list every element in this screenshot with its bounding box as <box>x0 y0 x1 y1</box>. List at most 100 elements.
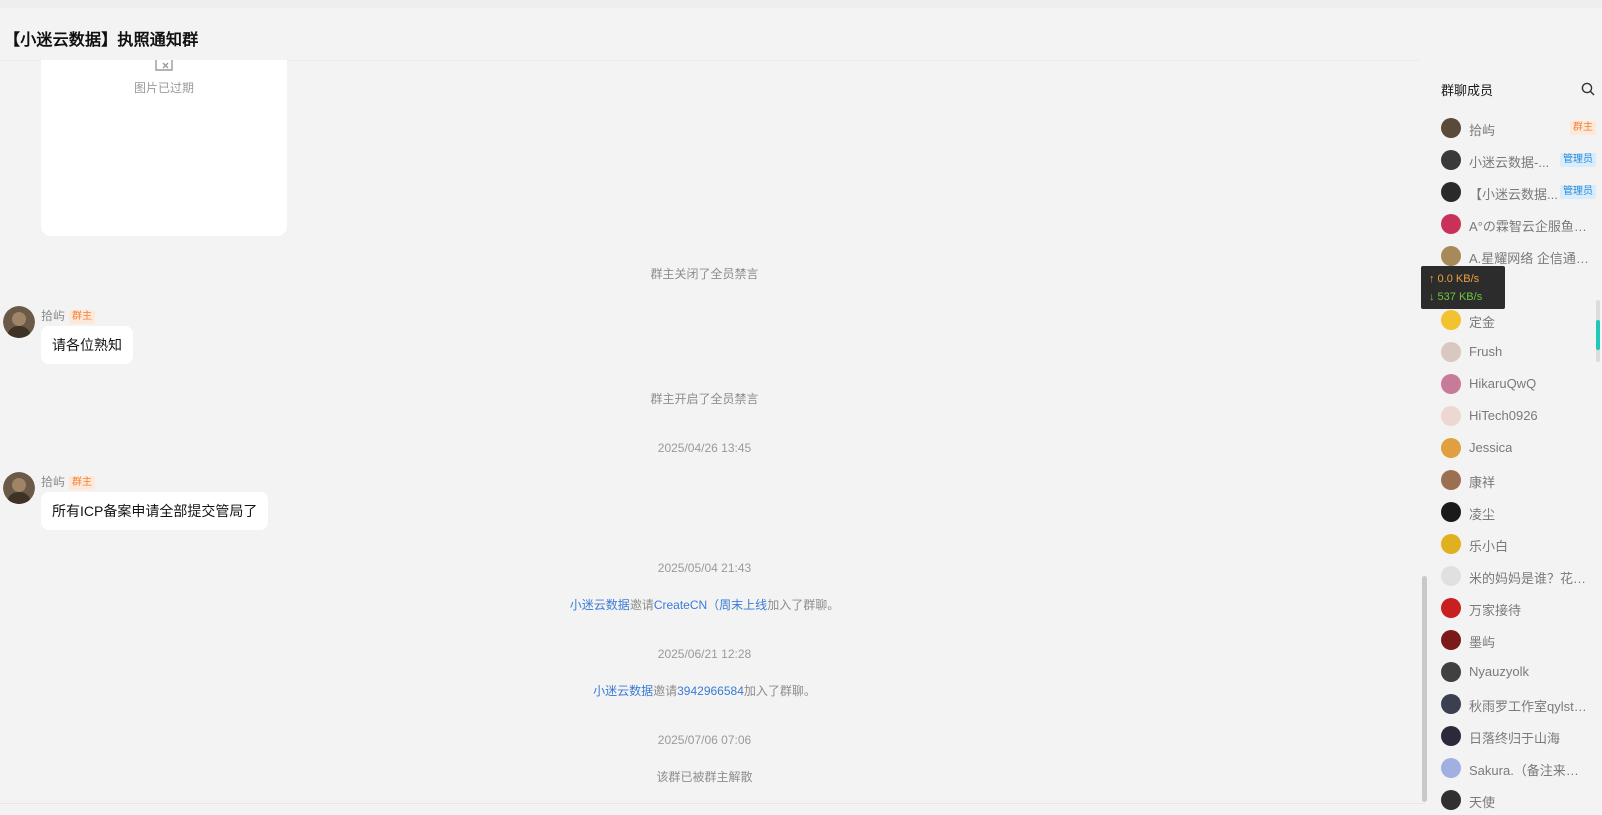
member-name: Jessica <box>1469 440 1513 455</box>
avatar[interactable] <box>1441 758 1461 778</box>
avatar[interactable] <box>1441 662 1461 682</box>
avatar[interactable] <box>1441 374 1461 394</box>
member-name: 日落终归于山海 <box>1469 731 1561 746</box>
invite-verb: 邀请 <box>653 684 678 698</box>
member-name: Nyauzyolk <box>1469 664 1529 679</box>
member-item[interactable]: 拾屿 群主 <box>1441 115 1596 141</box>
members-scrollbar-thumb[interactable] <box>1596 320 1600 350</box>
member-name: 【小迷云数据... <box>1469 187 1558 202</box>
member-name: 小迷云数据-... <box>1469 155 1550 170</box>
member-item[interactable]: 米的妈妈是谁？花（... <box>1441 563 1596 589</box>
member-name: HikaruQwQ <box>1469 376 1537 391</box>
invite-notice: 小迷云数据邀请CreateCN（周末上线加入了群聊。 <box>441 596 968 613</box>
invitee-link[interactable]: CreateCN（周末上线 <box>654 598 767 612</box>
top-bar <box>0 0 1602 8</box>
owner-badge: 群主 <box>69 476 96 490</box>
avatar[interactable] <box>3 472 35 504</box>
system-message: 群主开启了全员禁言 <box>650 392 759 406</box>
avatar[interactable] <box>1441 214 1461 234</box>
avatar[interactable] <box>1441 726 1461 746</box>
invite-verb: 邀请 <box>629 598 654 612</box>
avatar[interactable] <box>1441 694 1461 714</box>
member-name: Sakura.（备注来意谢... <box>1469 763 1589 778</box>
member-name: 定金 <box>1469 315 1496 330</box>
member-name: 乐小白 <box>1469 539 1509 554</box>
network-speed-overlay: ↑ 0.0 KB/s ↓ 537 KB/s <box>1421 266 1505 309</box>
system-message: 群主关闭了全员禁言 <box>650 267 759 281</box>
member-item[interactable]: 康祥 <box>1441 467 1596 493</box>
member-item[interactable]: 秋雨罗工作室qylstu... <box>1441 691 1596 717</box>
member-name: Frush <box>1469 344 1503 359</box>
member-item[interactable]: 【小迷云数据... 管理员 <box>1441 179 1596 205</box>
chat-window: 【小迷云数据】执照通知群 图片已过期 群主关闭了全员禁言 拾屿 群主 请各位熟知 … <box>0 0 1602 815</box>
member-name: 拾屿 <box>1469 123 1496 138</box>
member-item[interactable]: 乐小白 <box>1441 531 1596 557</box>
invite-suffix: 加入了群聊。 <box>767 598 840 612</box>
member-name: 天使 <box>1469 795 1496 810</box>
member-name: 墨屿 <box>1469 635 1496 650</box>
timestamp: 2025/06/21 12:28 <box>657 647 752 661</box>
avatar[interactable] <box>1441 438 1461 458</box>
member-item[interactable]: HikaruQwQ <box>1441 371 1596 397</box>
member-item[interactable]: 小迷云数据-... 管理员 <box>1441 147 1596 173</box>
avatar[interactable] <box>1441 502 1461 522</box>
avatar[interactable] <box>1441 310 1461 330</box>
inviter-link[interactable]: 小迷云数据 <box>570 598 630 612</box>
member-item[interactable]: 定金 <box>1441 307 1596 333</box>
avatar[interactable] <box>1441 342 1461 362</box>
member-item[interactable]: 日落终归于山海 <box>1441 723 1596 749</box>
broken-image-icon <box>155 60 173 71</box>
member-name: 米的妈妈是谁？花（... <box>1469 571 1589 586</box>
search-icon[interactable] <box>1581 82 1595 96</box>
message-bubble[interactable]: 所有ICP备案申请全部提交管局了 <box>41 492 269 530</box>
avatar[interactable] <box>1441 470 1461 490</box>
sender-name: 拾屿 <box>41 475 66 489</box>
member-item[interactable]: Frush <box>1441 339 1596 365</box>
avatar[interactable] <box>1441 406 1461 426</box>
members-panel-title: 群聊成员 <box>1441 83 1494 98</box>
system-message: 该群已被群主解散 <box>656 770 753 784</box>
expired-image-card[interactable]: 图片已过期 <box>41 60 287 236</box>
avatar[interactable] <box>1441 598 1461 618</box>
member-name: 秋雨罗工作室qylstu... <box>1469 699 1589 714</box>
member-item[interactable]: Nyauzyolk <box>1441 659 1596 685</box>
member-item[interactable]: 凌尘 <box>1441 499 1596 525</box>
message-bubble[interactable]: 请各位熟知 <box>41 326 133 364</box>
avatar[interactable] <box>3 306 35 338</box>
invite-notice: 小迷云数据邀请3942966584加入了群聊。 <box>441 682 968 699</box>
bottom-divider <box>0 803 1425 804</box>
inviter-link[interactable]: 小迷云数据 <box>593 684 653 698</box>
member-name: 万家接待 <box>1469 603 1522 618</box>
timestamp: 2025/04/26 13:45 <box>657 441 752 455</box>
timestamp: 2025/07/06 07:06 <box>657 733 752 747</box>
chat-title: 【小迷云数据】执照通知群 <box>4 32 199 49</box>
chat-scrollbar[interactable] <box>1422 576 1427 802</box>
owner-badge: 群主 <box>1570 121 1596 135</box>
sender-name: 拾屿 <box>41 309 66 323</box>
member-item[interactable]: 墨屿 <box>1441 627 1596 653</box>
admin-badge: 管理员 <box>1560 185 1596 199</box>
avatar[interactable] <box>1441 630 1461 650</box>
avatar[interactable] <box>1441 182 1461 202</box>
invitee-link[interactable]: 3942966584 <box>677 684 744 698</box>
avatar[interactable] <box>1441 150 1461 170</box>
avatar[interactable] <box>1441 790 1461 810</box>
member-name: 康祥 <box>1469 475 1496 490</box>
member-item[interactable]: A°の霖智云企服鱼鱼... <box>1441 211 1596 237</box>
avatar[interactable] <box>1441 118 1461 138</box>
invite-suffix: 加入了群聊。 <box>743 684 816 698</box>
member-item[interactable]: Jessica <box>1441 435 1596 461</box>
upload-speed: ↑ 0.0 KB/s <box>1429 273 1480 285</box>
message-sender: 拾屿 群主 <box>41 307 96 324</box>
avatar[interactable] <box>1441 246 1461 266</box>
expired-image-text: 图片已过期 <box>133 81 194 95</box>
member-item[interactable]: 万家接待 <box>1441 595 1596 621</box>
member-item[interactable]: Sakura.（备注来意谢... <box>1441 755 1596 781</box>
avatar[interactable] <box>1441 566 1461 586</box>
avatar[interactable] <box>1441 534 1461 554</box>
member-name: 凌尘 <box>1469 507 1496 522</box>
member-item[interactable]: HiTech0926 <box>1441 403 1596 429</box>
member-name: HiTech0926 <box>1469 408 1538 423</box>
member-item[interactable]: 天使 <box>1441 787 1596 813</box>
owner-badge: 群主 <box>69 310 96 324</box>
